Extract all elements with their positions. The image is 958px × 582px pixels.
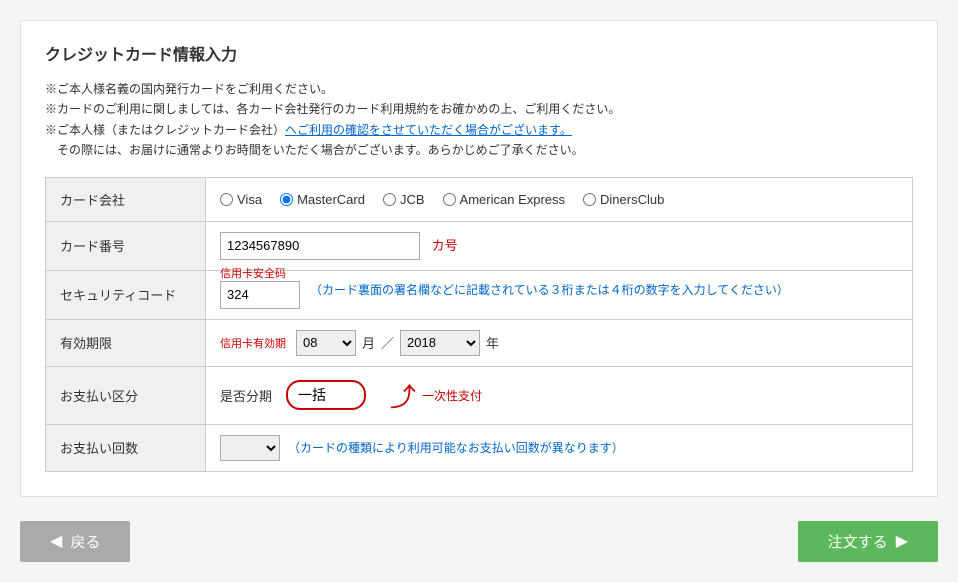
back-label: 戻る bbox=[70, 531, 100, 552]
form-table: カード会社 Visa MasterCard JCB bbox=[45, 177, 913, 472]
order-label: 注文する bbox=[828, 531, 888, 552]
radio-jcb[interactable]: JCB bbox=[383, 192, 425, 207]
security-annotation: 信用卡安全码 bbox=[220, 265, 286, 281]
payment-select[interactable]: 一括 分割 bbox=[286, 380, 366, 410]
card-number-input[interactable] bbox=[220, 232, 420, 260]
payment-count-select[interactable] bbox=[220, 435, 280, 461]
radio-jcb-input[interactable] bbox=[383, 193, 396, 206]
expiry-annotation: 信用卡有効期 bbox=[220, 335, 286, 351]
expiry-row: 有効期限 信用卡有効期 01 02 03 04 05 06 07 08 09 1… bbox=[46, 319, 913, 366]
card-number-cell: カ号 bbox=[206, 221, 913, 270]
arrow-annotation-group: ⤴ 一次性支付 bbox=[390, 377, 482, 414]
back-icon: ◀ bbox=[50, 531, 62, 551]
one-time-annotation: 一次性支付 bbox=[422, 387, 482, 404]
radio-amex-label: American Express bbox=[460, 192, 565, 207]
red-arrow-icon: ⤴ bbox=[390, 377, 416, 414]
card-number-row: カード番号 カ号 bbox=[46, 221, 913, 270]
order-button[interactable]: 注文する ▶ bbox=[798, 521, 938, 562]
expiry-year-select[interactable]: 2018 2019 2020 2021 2022 2023 2024 2025 bbox=[400, 330, 480, 356]
radio-mastercard-input[interactable] bbox=[280, 193, 293, 206]
notice-line-4: その際には、お届けに通常よりお時間をいただく場合がございます。あらかじめご了承く… bbox=[45, 140, 913, 160]
security-code-label: セキュリティコード bbox=[46, 270, 206, 319]
back-button[interactable]: ◀ 戻る bbox=[20, 521, 130, 562]
payment-sub-label: 是否分期 bbox=[220, 386, 272, 405]
card-company-cell: Visa MasterCard JCB American Express bbox=[206, 177, 913, 221]
card-number-label: カード番号 bbox=[46, 221, 206, 270]
radio-visa-input[interactable] bbox=[220, 193, 233, 206]
expiry-month-select[interactable]: 01 02 03 04 05 06 07 08 09 10 11 12 bbox=[296, 330, 356, 356]
radio-amex-input[interactable] bbox=[443, 193, 456, 206]
security-code-row-inner: 信用卡安全码 （カード裏面の署名欄などに記載されている３桁または４桁の数字を入力… bbox=[220, 281, 898, 309]
payment-count-cell: （カードの種類により利用可能なお支払い回数が異なります） bbox=[206, 424, 913, 471]
radio-diners-label: DinersClub bbox=[600, 192, 664, 207]
security-hint: （カード裏面の署名欄などに記載されている３桁または４桁の数字を入力してください） bbox=[310, 281, 789, 298]
notice-link[interactable]: へご利用の確認をさせていただく場合がございます。 bbox=[285, 123, 572, 137]
count-select-wrapper: （カードの種類により利用可能なお支払い回数が異なります） bbox=[220, 435, 898, 461]
expiry-cell: 信用卡有効期 01 02 03 04 05 06 07 08 09 10 11 … bbox=[206, 319, 913, 366]
security-code-input[interactable] bbox=[220, 281, 300, 309]
year-suffix: 年 bbox=[486, 333, 499, 352]
payment-count-row: お支払い回数 （カードの種類により利用可能なお支払い回数が異なります） bbox=[46, 424, 913, 471]
expiry-label: 有効期限 bbox=[46, 319, 206, 366]
month-suffix: 月 bbox=[362, 333, 375, 352]
security-code-cell: 信用卡安全码 （カード裏面の署名欄などに記載されている３桁または４桁の数字を入力… bbox=[206, 270, 913, 319]
notice-line-3: ※ご本人様（またはクレジットカード会社）へご利用の確認をさせていただく場合がござ… bbox=[45, 120, 913, 140]
slash-separator: ／ bbox=[381, 333, 394, 352]
order-icon: ▶ bbox=[896, 531, 908, 551]
card-number-annotation: カ号 bbox=[432, 238, 458, 253]
payment-type-cell: 是否分期 一括 分割 ⤴ 一次性支付 bbox=[206, 366, 913, 424]
security-code-row: セキュリティコード 信用卡安全码 （カード裏面の署名欄などに記載されている３桁ま… bbox=[46, 270, 913, 319]
payment-row-inner: 是否分期 一括 分割 ⤴ 一次性支付 bbox=[220, 377, 898, 414]
notice-line-1: ※ご本人様名義の国内発行カードをご利用ください。 bbox=[45, 79, 913, 99]
payment-count-label: お支払い回数 bbox=[46, 424, 206, 471]
radio-jcb-label: JCB bbox=[400, 192, 425, 207]
footer-buttons: ◀ 戻る 注文する ▶ bbox=[20, 521, 938, 562]
payment-select-container: 一括 分割 bbox=[286, 380, 366, 410]
count-hint: （カードの種類により利用可能なお支払い回数が異なります） bbox=[288, 439, 624, 456]
payment-type-row: お支払い区分 是否分期 一括 分割 ⤴ 一次性支付 bbox=[46, 366, 913, 424]
notice-box: ※ご本人様名義の国内発行カードをご利用ください。 ※カードのご利用に関しましては… bbox=[45, 79, 913, 161]
radio-visa-label: Visa bbox=[237, 192, 262, 207]
payment-type-label: お支払い区分 bbox=[46, 366, 206, 424]
radio-mastercard[interactable]: MasterCard bbox=[280, 192, 365, 207]
radio-mastercard-label: MasterCard bbox=[297, 192, 365, 207]
notice-line-2: ※カードのご利用に関しましては、各カード会社発行のカード利用規約をお確かめの上、… bbox=[45, 99, 913, 119]
expiry-row-inner: 信用卡有効期 01 02 03 04 05 06 07 08 09 10 11 … bbox=[220, 330, 898, 356]
main-container: クレジットカード情報入力 ※ご本人様名義の国内発行カードをご利用ください。 ※カ… bbox=[20, 20, 938, 497]
radio-diners-input[interactable] bbox=[583, 193, 596, 206]
page-title: クレジットカード情報入力 bbox=[45, 41, 913, 65]
security-annotation-box: 信用卡安全码 bbox=[220, 281, 300, 309]
card-company-label: カード会社 bbox=[46, 177, 206, 221]
radio-diners[interactable]: DinersClub bbox=[583, 192, 664, 207]
radio-amex[interactable]: American Express bbox=[443, 192, 565, 207]
card-radio-group: Visa MasterCard JCB American Express bbox=[220, 192, 898, 207]
radio-visa[interactable]: Visa bbox=[220, 192, 262, 207]
card-company-row: カード会社 Visa MasterCard JCB bbox=[46, 177, 913, 221]
